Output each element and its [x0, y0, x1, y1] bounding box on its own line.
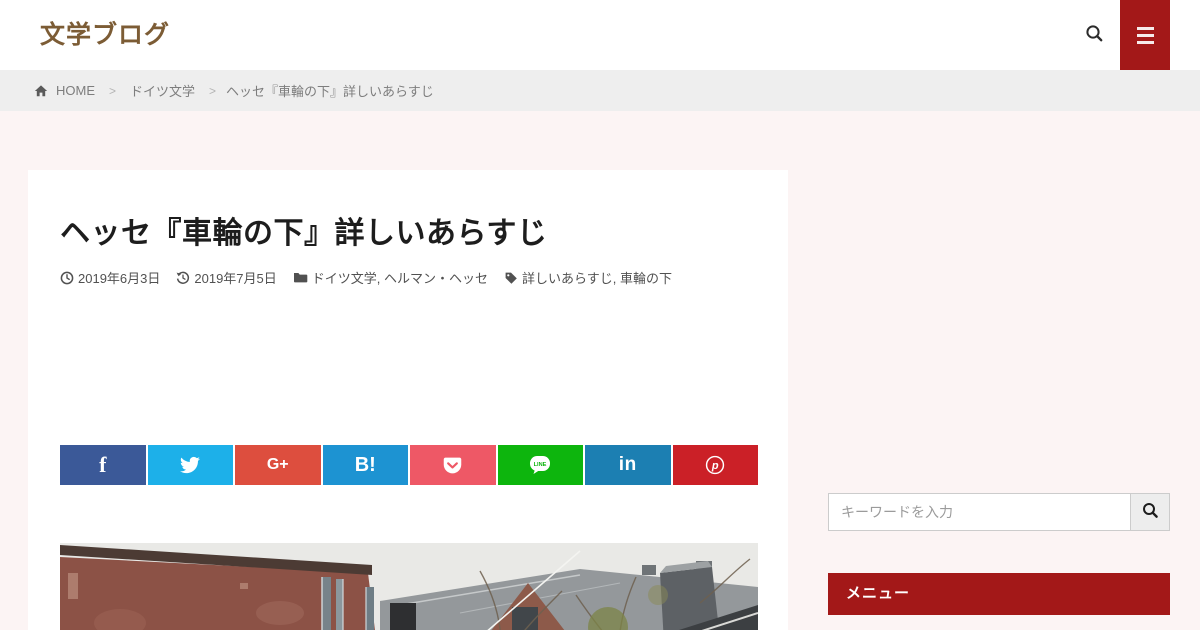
- updated-date: 2019年7月5日: [176, 268, 277, 287]
- sidebar-search-input[interactable]: [828, 493, 1130, 531]
- article-hero-image: [60, 543, 758, 630]
- history-icon: [176, 271, 190, 285]
- share-pinterest-button[interactable]: p: [672, 445, 758, 485]
- site-header: 文学ブログ: [0, 0, 1200, 70]
- breadcrumb-category-link[interactable]: ドイツ文学: [130, 81, 195, 100]
- breadcrumb-home-link[interactable]: HOME: [56, 83, 95, 98]
- twitter-icon: [180, 455, 201, 475]
- share-hatena-button[interactable]: B!: [322, 445, 408, 485]
- folder-icon: [293, 271, 308, 284]
- clock-icon: [60, 271, 74, 285]
- facebook-icon: f: [99, 452, 107, 477]
- google-plus-icon: G+: [266, 456, 289, 473]
- header-search-button[interactable]: [1074, 15, 1114, 55]
- post-meta: 2019年6月3日 2019年7月5日 ドイツ文学, ヘルマン・ヘッセ 詳しいあ…: [60, 268, 760, 287]
- breadcrumb: HOME > ドイツ文学 > ヘッセ『車輪の下』詳しいあらすじ: [0, 70, 1200, 111]
- linkedin-icon: in: [618, 454, 637, 475]
- category-links[interactable]: ドイツ文学, ヘルマン・ヘッセ: [312, 268, 488, 287]
- article-card: ヘッセ『車輪の下』詳しいあらすじ 2019年6月3日 2019年7月5日 ドイツ…: [28, 170, 788, 630]
- search-icon: [1085, 24, 1104, 46]
- share-twitter-button[interactable]: [147, 445, 233, 485]
- hamburger-icon: [1136, 26, 1154, 44]
- share-facebook-button[interactable]: f: [60, 445, 146, 485]
- share-pocket-button[interactable]: [410, 445, 496, 485]
- breadcrumb-separator: >: [209, 83, 217, 98]
- tag-icon: [504, 271, 518, 285]
- pinterest-icon: p: [704, 454, 726, 476]
- post-tags: 詳しいあらすじ, 車輪の下: [504, 268, 672, 287]
- search-icon: [1142, 502, 1159, 522]
- svg-text:p: p: [711, 460, 719, 472]
- published-date-text: 2019年6月3日: [78, 271, 161, 286]
- share-linkedin-button[interactable]: in: [585, 445, 671, 485]
- sidebar-menu-header: メニュー: [828, 573, 1170, 615]
- menu-toggle-button[interactable]: [1120, 0, 1170, 70]
- post-title: ヘッセ『車輪の下』詳しいあらすじ: [60, 217, 548, 250]
- share-line-button[interactable]: LINE: [497, 445, 583, 485]
- home-icon: [34, 84, 48, 98]
- pocket-icon: [442, 455, 463, 476]
- svg-text:LINE: LINE: [534, 462, 547, 468]
- sidebar: メニュー: [828, 493, 1170, 615]
- hatena-icon: B!: [354, 453, 376, 476]
- updated-date-text: 2019年7月5日: [194, 271, 277, 286]
- tag-links[interactable]: 詳しいあらすじ, 車輪の下: [522, 268, 672, 287]
- sidebar-search: [828, 493, 1170, 531]
- post-categories: ドイツ文学, ヘルマン・ヘッセ: [293, 268, 488, 287]
- sidebar-search-button[interactable]: [1130, 493, 1170, 531]
- published-date: 2019年6月3日: [60, 268, 160, 287]
- breadcrumb-current: ヘッセ『車輪の下』詳しいあらすじ: [226, 84, 434, 99]
- share-googleplus-button[interactable]: G+: [235, 445, 321, 485]
- share-button-row: f G+ B! LINE in p: [60, 445, 758, 485]
- breadcrumb-separator: >: [109, 83, 117, 98]
- site-title[interactable]: 文学ブログ: [40, 0, 170, 70]
- line-icon: LINE: [527, 453, 553, 477]
- page: 文学ブログ HOME > ドイツ文学 > ヘッセ『車輪の下』詳しいあらすじ ヘッ…: [0, 0, 1200, 630]
